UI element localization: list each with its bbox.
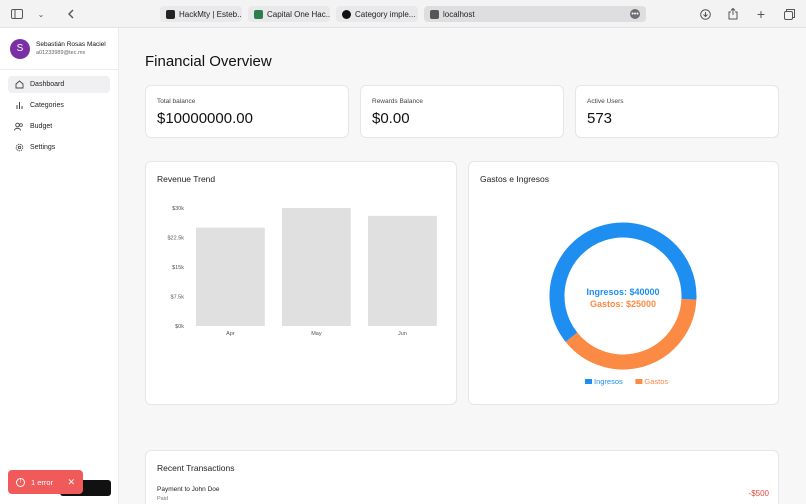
sidebar-nav: Dashboard Categories Budget Settings	[0, 70, 118, 166]
hackmty-favicon-icon	[166, 9, 175, 19]
card-title: Revenue Trend	[157, 174, 216, 184]
download-icon[interactable]	[696, 5, 714, 23]
sidebar: S Sebastián Rosas Maciel a01233989@tec.m…	[0, 28, 119, 504]
gastos-ingresos-donut-chart: Ingresos: $40000 Gastos: $25000 Ingresos Ga…	[549, 222, 697, 386]
legend-label-gastos: Gastos	[644, 377, 668, 386]
plus-icon[interactable]: +	[752, 5, 770, 23]
stat-label: Total balance	[157, 98, 196, 105]
y-tick-label: $0k	[175, 324, 184, 330]
sidebar-item-label: Settings	[30, 144, 56, 151]
transaction-status: Paid	[157, 496, 169, 502]
browser-tab-4[interactable]: localhost •••	[424, 6, 646, 22]
stat-label: Rewards Balance	[372, 98, 423, 105]
github-favicon-icon	[342, 9, 351, 19]
sidebar-item-categories[interactable]: Categories	[8, 97, 110, 114]
y-tick-label: $15k	[172, 265, 184, 271]
legend-label-ingresos: Ingresos	[594, 377, 623, 386]
home-icon	[14, 80, 24, 89]
data-label-gastos: Gastos: $25000	[590, 299, 656, 309]
close-icon[interactable]: ✕	[67, 477, 75, 488]
table-row[interactable]: Payment to John Doe Paid -$500	[157, 486, 769, 504]
transaction-amount: -$500	[748, 489, 769, 498]
error-toast[interactable]: ! 1 error ✕	[8, 470, 83, 494]
legend-swatch-gastos	[635, 379, 643, 384]
legend-swatch-ingresos	[585, 379, 592, 384]
sidebar-item-label: Categories	[30, 102, 64, 109]
stat-card-active-users: Active Users 573	[575, 85, 779, 138]
recent-transactions-card: Recent Transactions Payment to John Doe …	[145, 450, 779, 504]
slice-ingresos	[549, 222, 697, 342]
error-icon: !	[16, 477, 25, 487]
avatar: S	[10, 38, 30, 59]
card-title: Recent Transactions	[157, 463, 235, 473]
gear-icon	[14, 143, 24, 152]
bar-apr	[196, 227, 265, 326]
data-label-ingresos: Ingresos: $40000	[586, 287, 659, 297]
x-tick-label: Jun	[398, 331, 407, 337]
sidebar-item-settings[interactable]: Settings	[8, 139, 110, 156]
browser-tab-3[interactable]: Category imple...	[336, 6, 418, 22]
tabs-icon[interactable]	[780, 5, 798, 23]
card-title: Gastos e Ingresos	[480, 174, 549, 184]
capital-one-favicon-icon	[254, 9, 263, 19]
users-icon	[14, 122, 24, 131]
stat-value: $10000000.00	[157, 110, 253, 127]
x-tick-label: Apr	[226, 331, 235, 337]
browser-tab-1[interactable]: HackMty | Esteb...	[160, 6, 242, 22]
bar-chart-icon	[14, 101, 24, 110]
share-icon[interactable]	[724, 5, 742, 23]
browser-tab-label: Capital One Hac...	[267, 9, 330, 19]
main-content: Financial Overview Total balance $100000…	[119, 28, 806, 504]
stat-card-rewards-balance: Rewards Balance $0.00	[360, 85, 564, 138]
transaction-title: Payment to John Doe	[157, 486, 220, 493]
back-icon[interactable]	[62, 5, 80, 23]
bar-jun	[368, 215, 437, 326]
error-toast-label: 1 error	[31, 477, 54, 487]
stat-value: 573	[587, 110, 613, 127]
stat-value: $0.00	[372, 110, 410, 127]
localhost-favicon-icon	[430, 9, 439, 19]
sidebar-icon[interactable]	[8, 5, 26, 23]
sidebar-item-label: Budget	[30, 123, 53, 130]
bar-may	[282, 208, 351, 326]
revenue-trend-card: Revenue Trend $0k $7.5k $15k $22.5k $30k Apr M…	[145, 161, 457, 405]
sidebar-item-budget[interactable]: Budget	[8, 118, 110, 135]
browser-tab-label: HackMty | Esteb...	[179, 9, 242, 19]
user-name: Sebastián Rosas Maciel	[36, 41, 106, 48]
stat-card-total-balance: Total balance $10000000.00	[145, 85, 349, 138]
page-title: Financial Overview	[145, 53, 272, 70]
stat-label: Active Users	[587, 98, 624, 105]
user-profile[interactable]: S Sebastián Rosas Maciel a01233989@tec.m…	[0, 28, 118, 70]
sidebar-item-dashboard[interactable]: Dashboard	[8, 76, 110, 93]
y-tick-label: $22.5k	[167, 236, 184, 242]
browser-toolbar: ⌄ HackMty | Esteb... Capital One Hac... …	[0, 0, 806, 28]
tab-menu-icon[interactable]: •••	[630, 9, 640, 19]
browser-tab-label: Category imple...	[355, 9, 416, 19]
revenue-bar-chart: $0k $7.5k $15k $22.5k $30k Apr May Jun	[167, 206, 437, 337]
y-tick-label: $7.5k	[171, 295, 185, 301]
gastos-ingresos-card: Gastos e Ingresos Ingresos: $40000 Gastos…	[468, 161, 779, 405]
x-tick-label: May	[311, 331, 322, 337]
browser-tab-2[interactable]: Capital One Hac...	[248, 6, 330, 22]
browser-tab-label: localhost	[443, 9, 475, 19]
user-email: a01233989@tec.mx	[36, 50, 86, 56]
sidebar-item-label: Dashboard	[30, 81, 65, 88]
y-tick-label: $30k	[172, 206, 184, 212]
chevron-down-icon[interactable]: ⌄	[32, 5, 50, 23]
